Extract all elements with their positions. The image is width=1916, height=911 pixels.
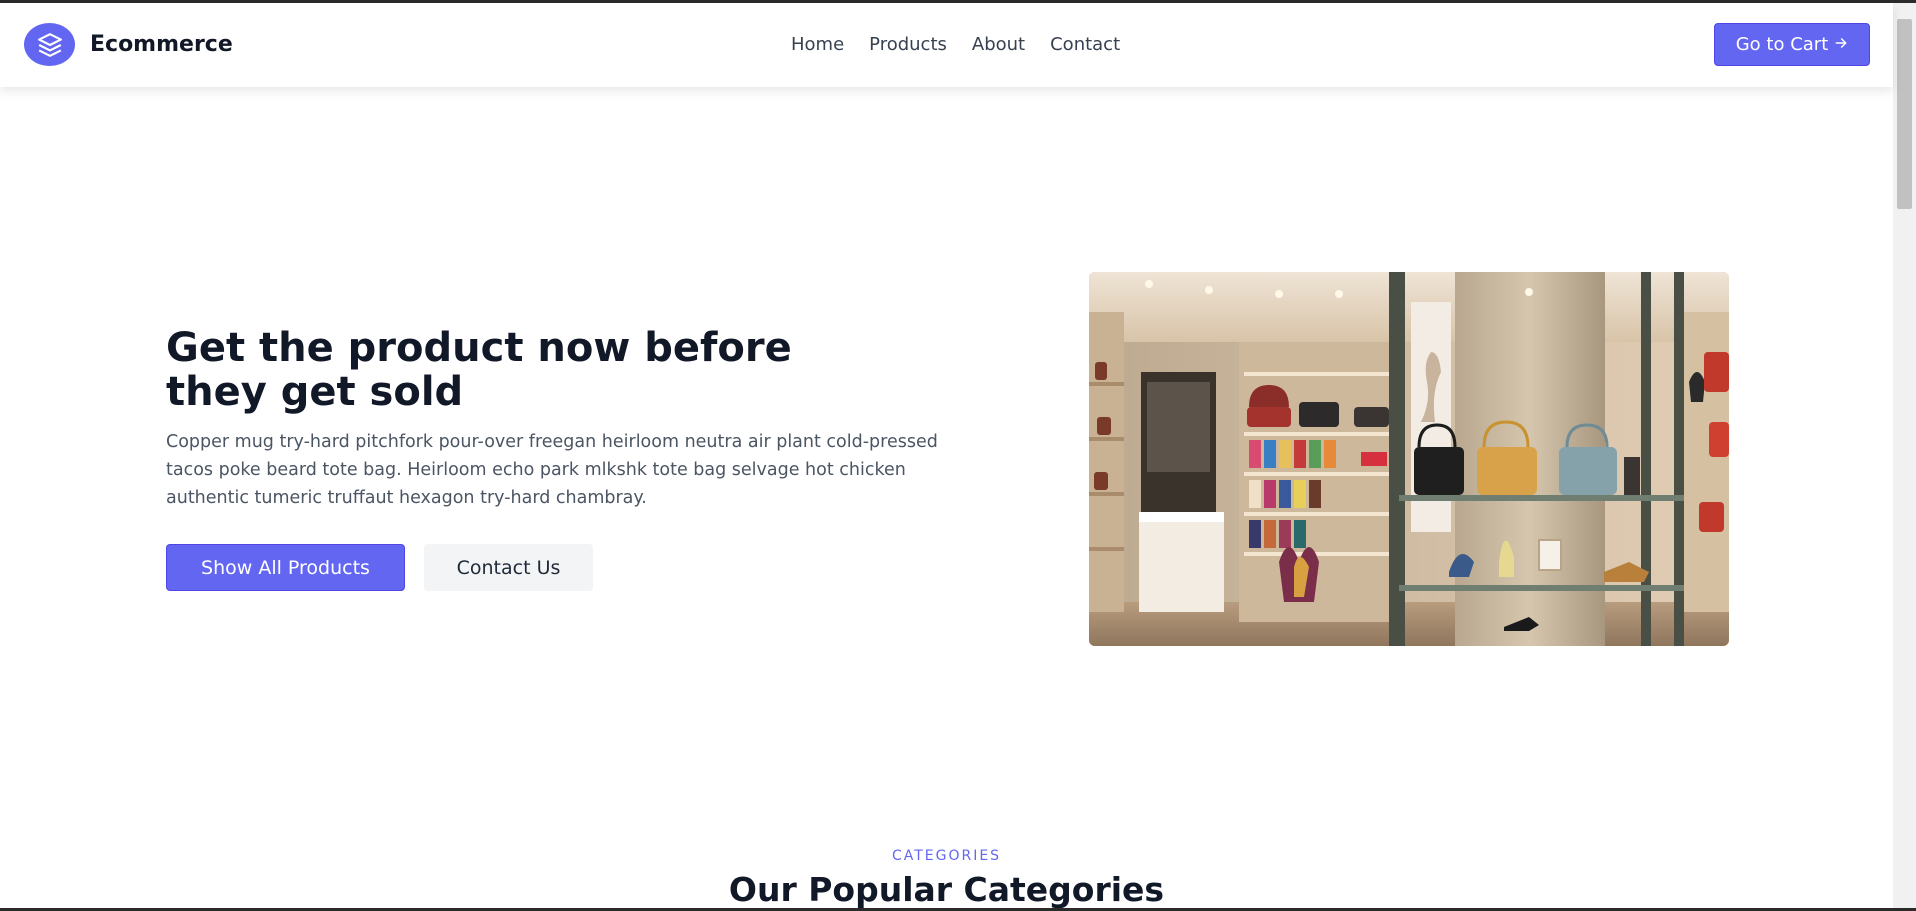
categories-label: CATEGORIES <box>891 848 1002 864</box>
layers-icon <box>24 23 75 66</box>
brand-logo[interactable]: Ecommerce <box>24 23 233 66</box>
hero-title-line-2: they get sold <box>166 369 464 415</box>
go-to-cart-button[interactable]: Go to Cart <box>1714 23 1870 66</box>
nav-item-home[interactable]: Home <box>791 34 844 55</box>
page-scrollbar[interactable] <box>1893 3 1916 908</box>
hero-title: Get the product now before they get sold <box>166 326 866 414</box>
categories-title: Our Popular Categories <box>728 870 1165 909</box>
hero-store-image <box>1089 272 1729 646</box>
contact-us-button[interactable]: Contact Us <box>424 544 593 591</box>
brand-name: Ecommerce <box>90 32 233 57</box>
hero-title-line-1: Get the product now before <box>166 325 792 371</box>
arrow-right-icon <box>1834 34 1848 55</box>
scrollbar-thumb[interactable] <box>1897 19 1912 209</box>
go-to-cart-label: Go to Cart <box>1735 34 1829 55</box>
nav-item-products[interactable]: Products <box>869 34 947 55</box>
nav-item-contact[interactable]: Contact <box>1050 34 1120 55</box>
show-all-products-button[interactable]: Show All Products <box>166 544 405 591</box>
hero-description: Copper mug try-hard pitchfork pour-over … <box>166 432 938 508</box>
site-header: Ecommerce Home Products About Contact Go… <box>0 3 1893 87</box>
nav-item-about[interactable]: About <box>972 34 1025 55</box>
main-nav: Home Products About Contact <box>791 34 1120 55</box>
